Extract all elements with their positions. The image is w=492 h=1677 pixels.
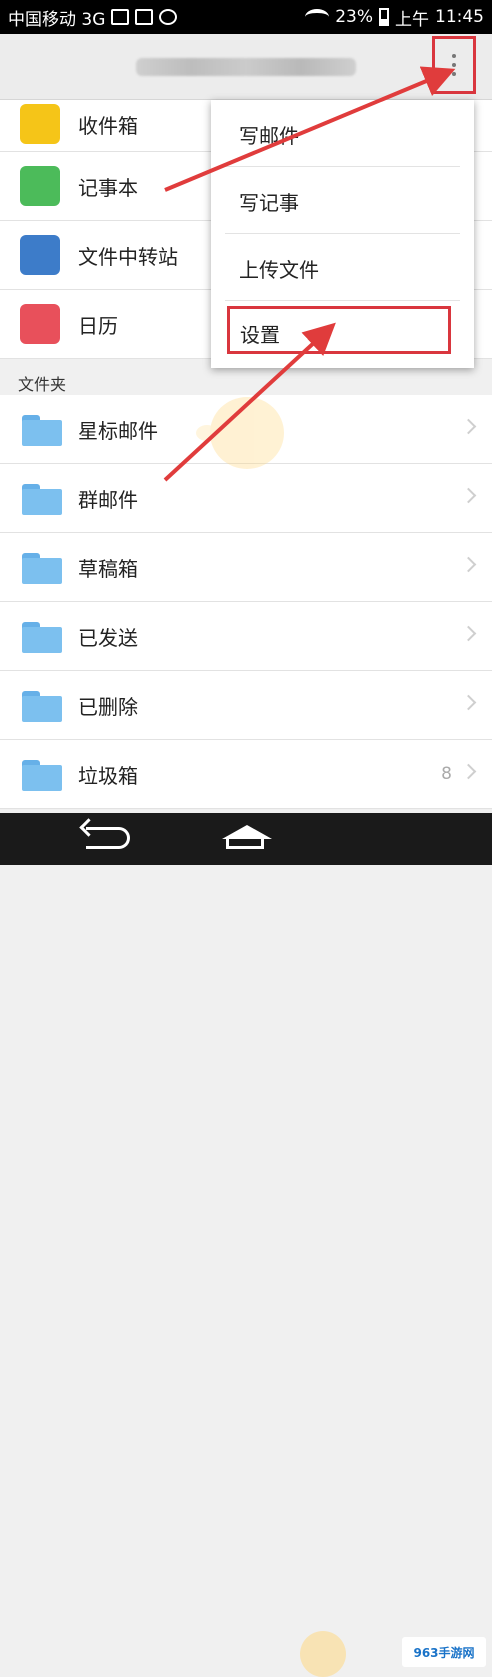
- folder-icon: [22, 691, 62, 722]
- file-transfer-icon: [20, 235, 60, 275]
- app-label: 日历: [78, 313, 118, 338]
- overflow-menu-button[interactable]: [432, 36, 476, 94]
- image-notification-icon: [135, 9, 154, 25]
- folder-row-spam[interactable]: 垃圾箱 8: [0, 740, 492, 809]
- folder-row-deleted[interactable]: 已删除: [0, 671, 492, 740]
- chevron-right-icon: [460, 625, 477, 642]
- mascot-small-watermark: [300, 1631, 346, 1677]
- folder-label: 草稿箱: [78, 556, 138, 581]
- mascot-body: [210, 397, 284, 469]
- carrier-label: 中国移动 3G: [8, 9, 106, 30]
- app-label: 记事本: [78, 175, 138, 200]
- folder-icon: [22, 484, 62, 515]
- menu-item-label: 设置: [240, 323, 280, 347]
- notification-icon: [111, 9, 130, 25]
- chevron-right-icon: [460, 763, 477, 780]
- folder-row-sent[interactable]: 已发送: [0, 602, 492, 671]
- mascot-watermark-image: [196, 385, 296, 477]
- wechat-icon: [159, 9, 178, 25]
- folder-icon: [22, 553, 62, 584]
- dot-icon: [452, 63, 456, 67]
- dot-icon: [452, 54, 456, 58]
- folder-icon: [22, 622, 62, 653]
- inbox-icon: [20, 104, 60, 144]
- system-nav-bar: 963手游网: [0, 813, 492, 1677]
- time-prefix: 上午: [395, 9, 429, 30]
- chevron-right-icon: [460, 694, 477, 711]
- home-icon[interactable]: [222, 825, 272, 851]
- chevron-right-icon: [460, 418, 477, 435]
- unread-count: 8: [441, 764, 452, 784]
- calendar-icon: [20, 304, 60, 344]
- notepad-icon: [20, 166, 60, 206]
- account-name-blurred: [136, 58, 356, 76]
- folder-icon: [22, 415, 62, 446]
- status-bar: 中国移动 3G 23% 上午 11:45: [0, 0, 492, 34]
- folder-label: 已发送: [78, 625, 138, 650]
- menu-item-label: 上传文件: [239, 258, 319, 282]
- dot-icon: [452, 72, 456, 76]
- menu-item-label: 写邮件: [239, 124, 299, 148]
- folder-label: 群邮件: [78, 487, 138, 512]
- app-label: 收件箱: [78, 114, 138, 138]
- folder-label: 星标邮件: [78, 418, 158, 443]
- battery-icon: [379, 8, 389, 26]
- site-watermark: 963手游网: [402, 1637, 486, 1667]
- overflow-menu: 写邮件 写记事 上传文件 设置: [211, 100, 474, 368]
- folder-label: 已删除: [78, 694, 138, 719]
- folder-row-drafts[interactable]: 草稿箱: [0, 533, 492, 602]
- menu-item-compose-mail[interactable]: 写邮件: [225, 100, 460, 167]
- clock: 11:45: [435, 7, 484, 27]
- wifi-icon: [305, 9, 330, 25]
- chevron-right-icon: [460, 556, 477, 573]
- chevron-right-icon: [460, 487, 477, 504]
- app-header: [0, 34, 492, 100]
- menu-item-settings[interactable]: 设置: [227, 306, 451, 354]
- menu-item-compose-note[interactable]: 写记事: [225, 167, 460, 234]
- battery-percent: 23%: [335, 7, 373, 27]
- menu-item-label: 写记事: [239, 191, 299, 215]
- app-label: 文件中转站: [78, 244, 178, 269]
- menu-item-upload-file[interactable]: 上传文件: [225, 234, 460, 301]
- folder-label: 垃圾箱: [78, 763, 138, 788]
- back-icon[interactable]: [86, 827, 130, 849]
- folder-icon: [22, 760, 62, 791]
